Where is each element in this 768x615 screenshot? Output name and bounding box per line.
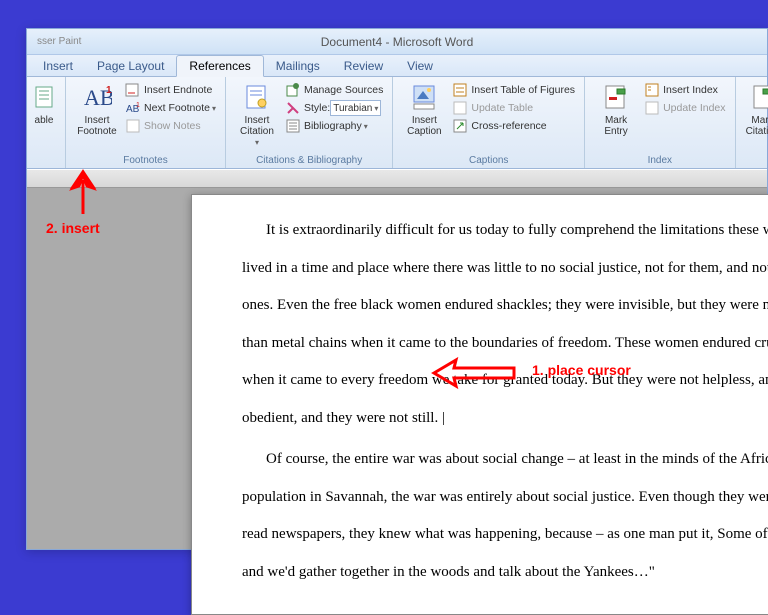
crossref-icon xyxy=(452,118,468,134)
group-citations: Insert Citation ▾ Manage Sources xyxy=(226,77,393,168)
insert-footnote-icon: AB1 xyxy=(82,81,112,113)
index-group-label: Index xyxy=(591,155,728,168)
next-footnote-icon: AB1 xyxy=(125,100,141,116)
ribbon: able AB1 Insert Footnote xyxy=(27,77,767,169)
footnotes-group-label: Footnotes xyxy=(72,155,219,168)
document-area: It is extraordinarily difficult for us t… xyxy=(27,170,767,549)
show-notes-button[interactable]: Show Notes xyxy=(122,117,219,135)
update-index-icon xyxy=(644,100,660,116)
citation-style-row: Style: Turabian xyxy=(282,99,386,117)
manage-sources-button[interactable]: Manage Sources xyxy=(282,81,386,99)
cross-reference-button[interactable]: Cross-reference xyxy=(449,117,578,135)
qat-hint: sser Paint xyxy=(37,36,81,47)
para1-line4: than metal chains when it came to the bo… xyxy=(242,328,768,360)
insert-endnote-button[interactable]: Insert Endnote xyxy=(122,81,219,99)
mark-entry-icon xyxy=(603,81,629,113)
next-footnote-button[interactable]: AB1 Next Footnote xyxy=(122,99,219,117)
group-toa: Mark Citation xyxy=(736,77,768,168)
index-stack: Insert Index Update Index xyxy=(641,79,728,117)
tab-mailings[interactable]: Mailings xyxy=(264,56,332,76)
style-icon xyxy=(285,100,301,116)
captions-group-label: Captions xyxy=(399,155,578,168)
group-toc: able xyxy=(27,77,66,168)
para1-line2: lived in a time and place where there wa… xyxy=(242,253,768,285)
tab-references[interactable]: References xyxy=(176,55,263,77)
para2-line1: Of course, the entire war was about soci… xyxy=(242,444,768,476)
insert-citation-icon xyxy=(244,81,270,113)
ribbon-tabs: Insert Page Layout References Mailings R… xyxy=(27,55,767,77)
mark-entry-button[interactable]: Mark Entry xyxy=(591,79,641,139)
toc-fragment[interactable]: able xyxy=(29,79,59,128)
citations-stack: Manage Sources Style: Turabian xyxy=(282,79,386,135)
endnote-icon xyxy=(125,82,141,98)
document-page[interactable]: It is extraordinarily difficult for us t… xyxy=(191,194,768,615)
tab-insert[interactable]: Insert xyxy=(31,56,85,76)
manage-sources-icon xyxy=(285,82,301,98)
para2-line2: population in Savannah, the war was enti… xyxy=(242,482,768,514)
mark-citation-icon xyxy=(751,81,768,113)
para2-line4: and we'd gather together in the woods an… xyxy=(242,557,768,589)
update-table-button[interactable]: Update Table xyxy=(449,99,578,117)
update-table-icon xyxy=(452,100,468,116)
titlebar: sser Paint Document4 - Microsoft Word xyxy=(27,29,767,55)
para1-line3: ones. Even the free black women endured … xyxy=(242,290,768,322)
insert-footnote-button[interactable]: AB1 Insert Footnote xyxy=(72,79,122,139)
text-cursor: | xyxy=(438,410,445,426)
update-index-button[interactable]: Update Index xyxy=(641,99,728,117)
window-title: Document4 - Microsoft Word xyxy=(321,35,474,49)
bibliography-icon xyxy=(285,118,301,134)
toc-icon xyxy=(34,81,54,113)
tab-view[interactable]: View xyxy=(395,56,445,76)
insert-index-button[interactable]: Insert Index xyxy=(641,81,728,99)
insert-citation-button[interactable]: Insert Citation ▾ xyxy=(232,79,282,150)
word-window: sser Paint Document4 - Microsoft Word In… xyxy=(26,28,768,550)
para2-line3: read newspapers, they knew what was happ… xyxy=(242,519,768,551)
bibliography-button[interactable]: Bibliography xyxy=(282,117,386,135)
ruler[interactable] xyxy=(27,170,767,188)
insert-index-icon xyxy=(644,82,660,98)
svg-text:1: 1 xyxy=(136,102,140,109)
svg-text:1: 1 xyxy=(106,85,112,96)
footnotes-stack: Insert Endnote AB1 Next Footnote Show No… xyxy=(122,79,219,135)
group-footnotes: AB1 Insert Footnote Insert Endnote AB1 xyxy=(66,77,226,168)
para1-line5: when it came to every freedom we take fo… xyxy=(242,365,768,397)
mark-citation-button[interactable]: Mark Citation xyxy=(742,79,768,139)
tof-icon xyxy=(452,82,468,98)
para1-line6: obedient, and they were not still. | xyxy=(242,403,768,435)
insert-caption-icon xyxy=(411,81,437,113)
group-index: Mark Entry Insert Index Update Index xyxy=(585,77,735,168)
show-notes-icon xyxy=(125,118,141,134)
insert-caption-button[interactable]: Insert Caption xyxy=(399,79,449,139)
captions-stack: Insert Table of Figures Update Table Cro… xyxy=(449,79,578,135)
group-captions: Insert Caption Insert Table of Figures U… xyxy=(393,77,585,168)
insert-table-figures-button[interactable]: Insert Table of Figures xyxy=(449,81,578,99)
tab-page-layout[interactable]: Page Layout xyxy=(85,56,176,76)
citations-group-label: Citations & Bibliography xyxy=(232,155,386,168)
style-select[interactable]: Turabian xyxy=(330,100,381,116)
tab-review[interactable]: Review xyxy=(332,56,395,76)
para1-line1: It is extraordinarily difficult for us t… xyxy=(242,215,768,247)
